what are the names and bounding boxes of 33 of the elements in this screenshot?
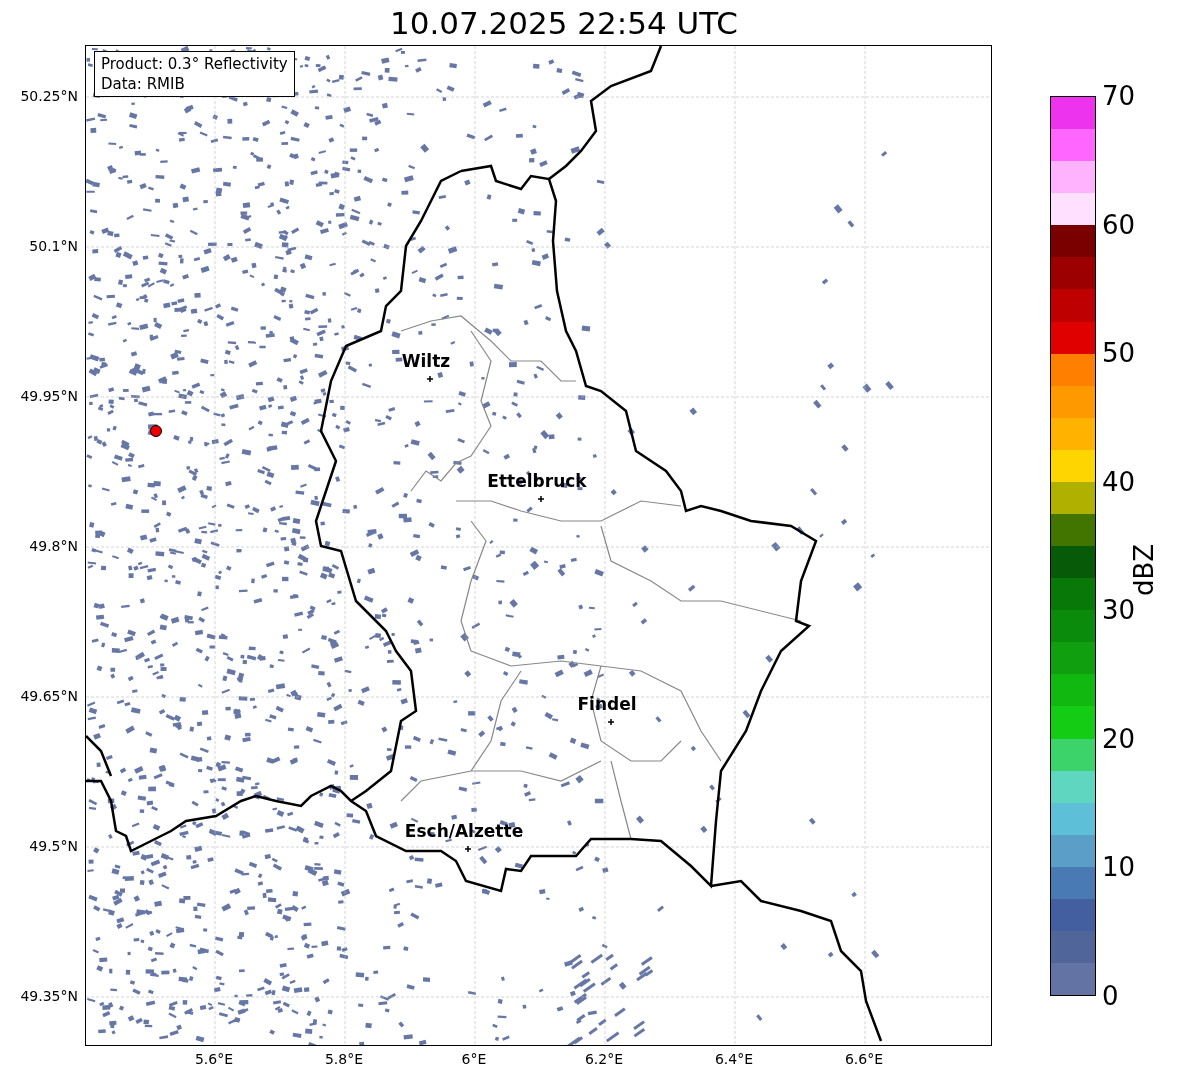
longitude-label: 5.6°E <box>194 1051 234 1067</box>
scale-tick-label: 40 <box>1102 466 1136 497</box>
city-label: Esch/Alzette <box>404 821 524 841</box>
latitude-label: 50.1°N <box>29 238 78 254</box>
latitude-label: 50.25°N <box>20 88 78 104</box>
scale-tick-label: 60 <box>1102 209 1136 240</box>
city-label: Findel <box>577 694 637 714</box>
city-label: Wiltz <box>401 351 451 371</box>
city-marker-icon <box>537 495 545 503</box>
longitude-label: 6.4°E <box>714 1051 754 1067</box>
latitude-label: 49.95°N <box>20 388 78 404</box>
city-marker-icon <box>426 375 434 383</box>
longitude-label: 6.2°E <box>584 1051 624 1067</box>
legend-text: Data: RMIB <box>101 74 186 94</box>
latitude-label: 49.35°N <box>20 988 78 1004</box>
longitude-label: 5.8°E <box>324 1051 364 1067</box>
radar-site-marker <box>150 425 162 437</box>
scale-tick-label: 20 <box>1102 723 1136 754</box>
chart-title: 10.07.2025 22:54 UTC <box>389 4 739 41</box>
latitude-label: 49.65°N <box>20 688 78 704</box>
city-marker-icon <box>607 718 615 726</box>
scale-unit-label: dBZ <box>1129 543 1159 597</box>
scale-tick-label: 10 <box>1102 852 1136 883</box>
longitude-label: 6°E <box>461 1051 487 1067</box>
scale-tick-label: 30 <box>1102 595 1136 626</box>
latitude-label: 49.5°N <box>29 838 78 854</box>
city-marker-icon <box>464 845 472 853</box>
scale-tick-label: 0 <box>1102 981 1119 1011</box>
latitude-label: 49.8°N <box>29 538 78 554</box>
scale-tick-label: 70 <box>1102 81 1136 111</box>
scale-tick-label: 50 <box>1102 338 1136 369</box>
legend-text: Product: 0.3° Reflectivity <box>101 54 288 74</box>
longitude-label: 6.6°E <box>844 1051 884 1067</box>
